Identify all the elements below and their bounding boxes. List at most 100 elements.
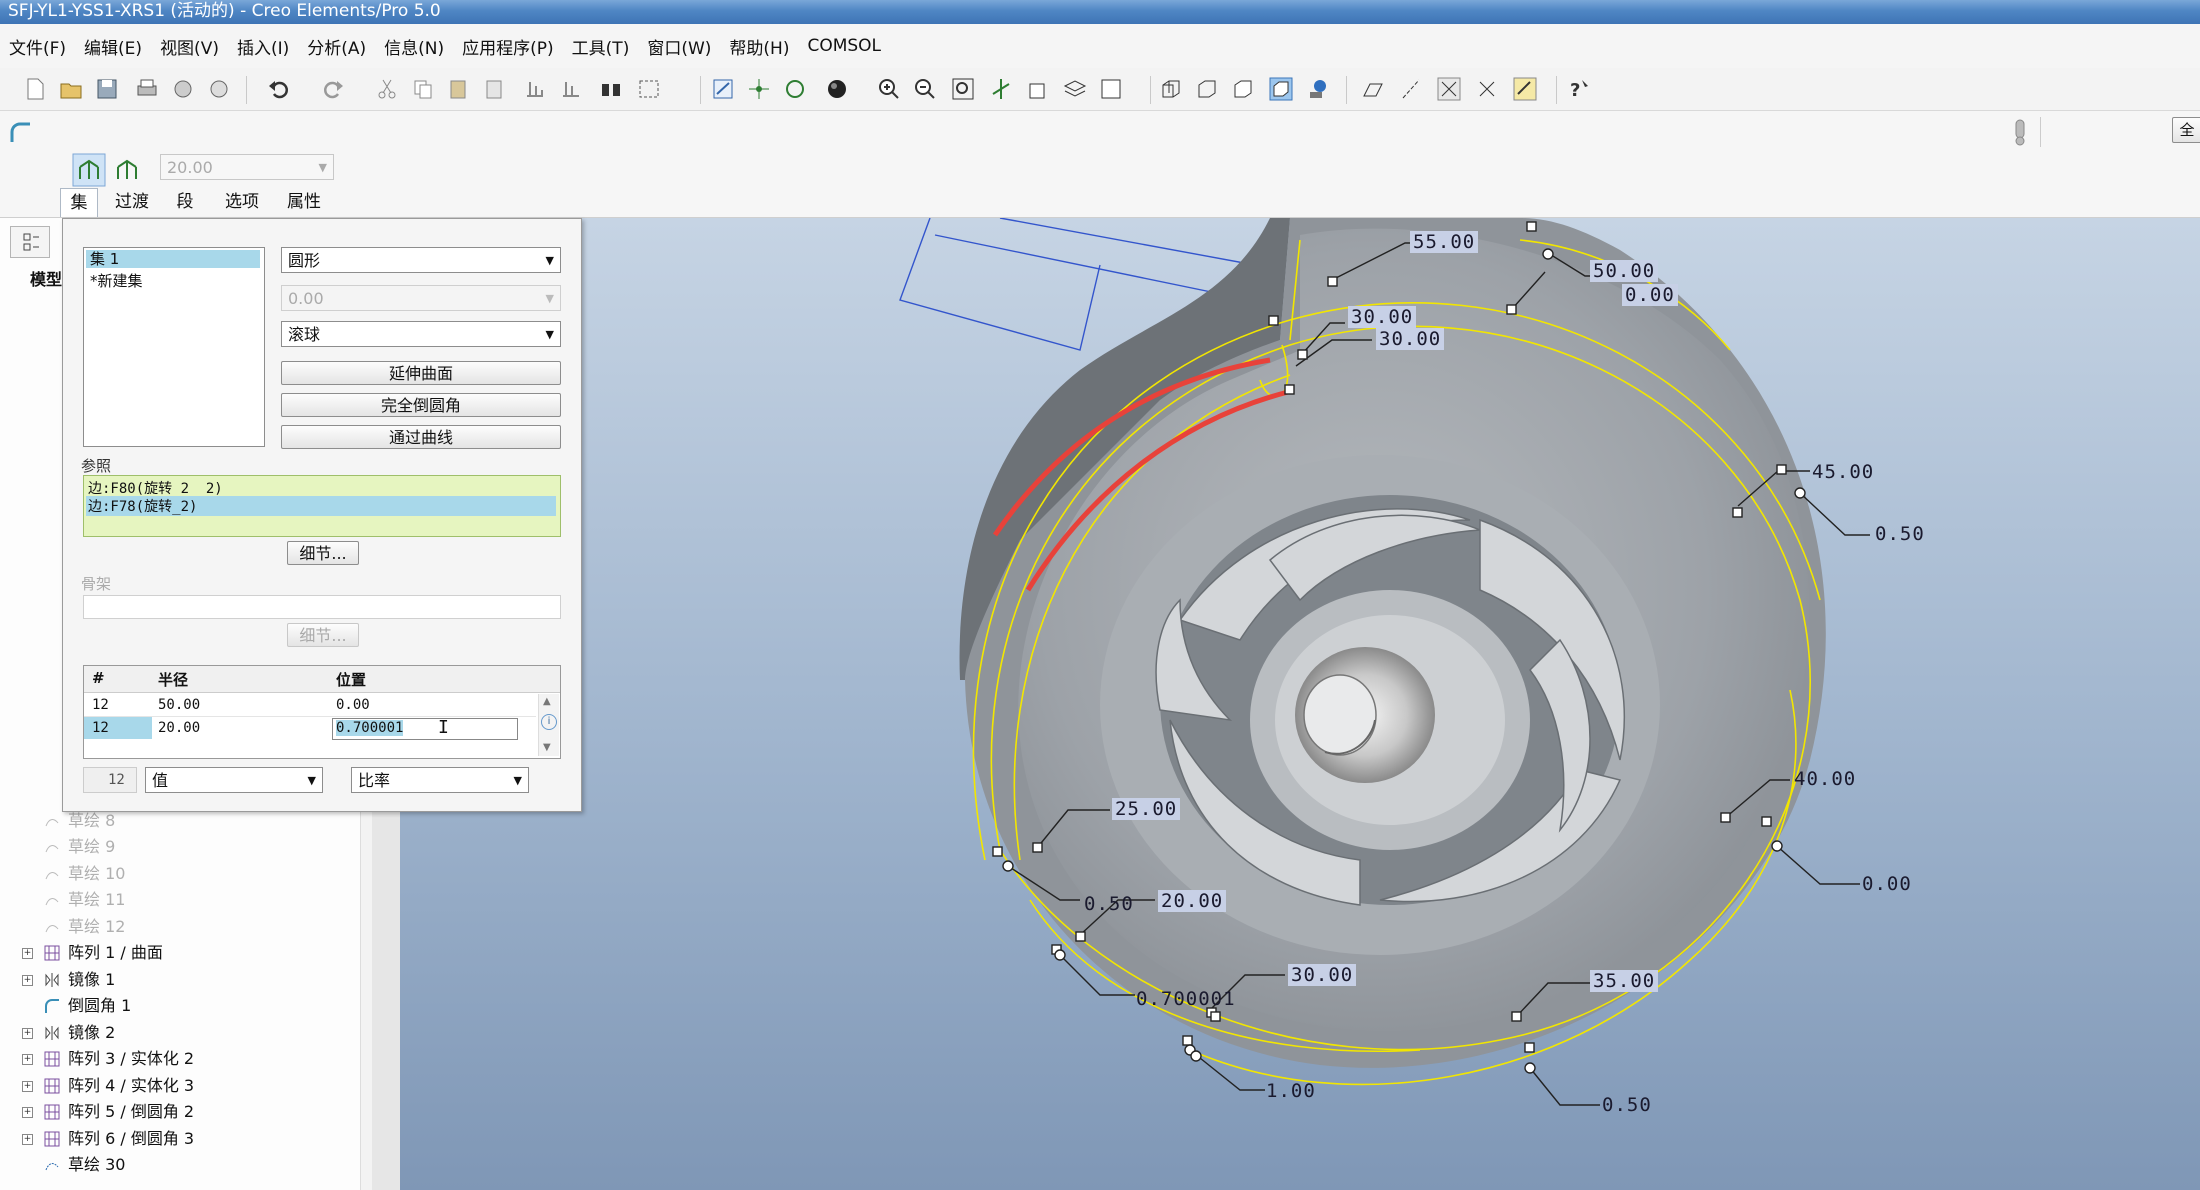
dimension-label[interactable]: 20.00 bbox=[1158, 890, 1227, 912]
tab-properties[interactable]: 属性 bbox=[282, 188, 326, 216]
set-item[interactable]: 集 1 bbox=[86, 250, 260, 268]
orient-mode-icon[interactable] bbox=[782, 76, 808, 102]
paste-icon[interactable] bbox=[446, 76, 472, 102]
graphics-viewport[interactable]: 55.00 50.00 0.00 30.00 30.00 45.00 0.50 … bbox=[400, 218, 2200, 1190]
pause-icon[interactable] bbox=[2008, 117, 2032, 147]
expand-icon[interactable]: + bbox=[22, 1107, 33, 1118]
zoom-in-icon[interactable] bbox=[876, 76, 902, 102]
expand-icon[interactable]: + bbox=[22, 975, 33, 986]
menu-analysis[interactable]: 分析(A) bbox=[298, 34, 375, 59]
hidden-line-icon[interactable] bbox=[1194, 76, 1220, 102]
print-icon[interactable] bbox=[134, 76, 160, 102]
full-round-button[interactable]: 完全倒圆角 bbox=[281, 393, 561, 417]
menu-tools[interactable]: 工具(T) bbox=[563, 34, 639, 59]
shaded-icon[interactable] bbox=[1268, 76, 1294, 102]
new-set-item[interactable]: *新建集 bbox=[90, 270, 143, 291]
menu-comsol[interactable]: COMSOL bbox=[798, 36, 890, 56]
dimension-label[interactable]: 50.00 bbox=[1590, 260, 1659, 282]
fullscreen-button[interactable]: 全 bbox=[2172, 117, 2200, 143]
redo-icon[interactable] bbox=[320, 76, 346, 102]
datum-planes-icon[interactable] bbox=[1360, 76, 1386, 102]
menu-edit[interactable]: 编辑(E) bbox=[75, 34, 151, 59]
value-mode-dropdown[interactable]: 值 ▼ bbox=[145, 767, 323, 793]
set-mode-icon[interactable] bbox=[72, 153, 106, 187]
sets-list[interactable]: 集 1 *新建集 bbox=[83, 247, 265, 447]
send-link-icon[interactable] bbox=[206, 76, 232, 102]
regen-manager-icon[interactable] bbox=[558, 76, 584, 102]
new-file-icon[interactable] bbox=[22, 76, 48, 102]
annotation-display-icon[interactable] bbox=[1512, 76, 1538, 102]
menu-file[interactable]: 文件(F) bbox=[0, 34, 75, 59]
wireframe-icon[interactable] bbox=[1158, 76, 1184, 102]
dimension-label[interactable]: 0.50 bbox=[1084, 893, 1134, 915]
send-mail-icon[interactable] bbox=[170, 76, 196, 102]
undo-icon[interactable] bbox=[266, 76, 292, 102]
dimension-label[interactable]: 0.00 bbox=[1862, 873, 1912, 895]
datum-csys-icon[interactable] bbox=[1474, 76, 1500, 102]
expand-icon[interactable]: + bbox=[22, 1054, 33, 1065]
paste-special-icon[interactable] bbox=[482, 76, 508, 102]
dimension-label[interactable]: 30.00 bbox=[1288, 964, 1357, 986]
no-hidden-icon[interactable] bbox=[1230, 76, 1256, 102]
extend-surfaces-button[interactable]: 延伸曲面 bbox=[281, 361, 561, 385]
cut-icon[interactable] bbox=[374, 76, 400, 102]
table-cell[interactable]: 0.700001 bbox=[336, 720, 404, 736]
radius-table[interactable]: # 半径 位置 12 50.00 0.00 12 20.00 0.700001 … bbox=[83, 665, 561, 759]
model-tree-tab[interactable] bbox=[10, 226, 50, 258]
scroll-down-icon[interactable]: ▼ bbox=[543, 742, 551, 753]
table-row[interactable]: 12 20.00 0.700001 I bbox=[84, 717, 536, 740]
menu-info[interactable]: 信息(N) bbox=[375, 34, 453, 59]
menu-help[interactable]: 帮助(H) bbox=[720, 34, 798, 59]
open-folder-icon[interactable] bbox=[58, 76, 84, 102]
dimension-label[interactable]: 45.00 bbox=[1812, 461, 1874, 483]
zoom-out-icon[interactable] bbox=[912, 76, 938, 102]
expand-icon[interactable]: + bbox=[22, 1081, 33, 1092]
view-manager-icon[interactable] bbox=[1098, 76, 1124, 102]
menu-applications[interactable]: 应用程序(P) bbox=[453, 34, 563, 59]
reference-item[interactable]: 边:F80(旋转_2__2) bbox=[88, 478, 223, 498]
datum-points-icon[interactable] bbox=[1436, 76, 1462, 102]
copy-icon[interactable] bbox=[410, 76, 436, 102]
method-dropdown[interactable]: 滚球 ▼ bbox=[281, 321, 561, 347]
scroll-up-icon[interactable]: ▲ bbox=[543, 696, 551, 707]
dimension-label[interactable]: 40.00 bbox=[1794, 768, 1856, 790]
distance-field[interactable]: 0.00 ▼ bbox=[281, 285, 561, 311]
expand-icon[interactable]: + bbox=[22, 948, 33, 959]
dimension-label[interactable]: 0.700001 bbox=[1136, 988, 1236, 1010]
transition-mode-icon[interactable] bbox=[112, 155, 142, 185]
skeleton-details-button[interactable]: 细节... bbox=[287, 623, 359, 647]
info-icon[interactable]: i bbox=[541, 714, 557, 730]
save-icon[interactable] bbox=[94, 76, 120, 102]
tab-options[interactable]: 选项 bbox=[220, 188, 264, 216]
references-collector[interactable]: 边:F80(旋转_2__2) 边:F78(旋转_2) bbox=[83, 475, 561, 537]
expand-icon[interactable]: + bbox=[22, 1028, 33, 1039]
reference-item[interactable]: 边:F78(旋转_2) bbox=[86, 496, 556, 516]
dimension-label[interactable]: 30.00 bbox=[1348, 306, 1417, 328]
dimension-label[interactable]: 0.00 bbox=[1622, 284, 1678, 306]
through-curve-button[interactable]: 通过曲线 bbox=[281, 425, 561, 449]
dimension-label[interactable]: 30.00 bbox=[1376, 328, 1445, 350]
table-row[interactable]: 12 50.00 0.00 bbox=[84, 694, 536, 717]
dimension-label[interactable]: 25.00 bbox=[1112, 798, 1181, 820]
tab-transitions[interactable]: 过渡 bbox=[108, 188, 156, 216]
spin-center-icon[interactable] bbox=[746, 76, 772, 102]
dimension-label[interactable]: 0.50 bbox=[1875, 523, 1925, 545]
dimension-label[interactable]: 1.00 bbox=[1266, 1080, 1316, 1102]
ratio-mode-dropdown[interactable]: 比率 ▼ bbox=[351, 767, 529, 793]
refit-icon[interactable] bbox=[950, 76, 976, 102]
menu-insert[interactable]: 插入(I) bbox=[228, 34, 298, 59]
expand-icon[interactable]: + bbox=[22, 1134, 33, 1145]
table-scrollbar[interactable]: ▲ i ▼ bbox=[538, 694, 559, 756]
reorient-icon[interactable] bbox=[988, 76, 1014, 102]
menu-window[interactable]: 窗口(W) bbox=[638, 34, 720, 59]
menu-view[interactable]: 视图(V) bbox=[151, 34, 228, 59]
selection-box-icon[interactable] bbox=[636, 76, 662, 102]
cross-section-dropdown[interactable]: 圆形 ▼ bbox=[281, 247, 561, 273]
layers-icon[interactable] bbox=[1062, 76, 1088, 102]
find-icon[interactable] bbox=[598, 76, 624, 102]
dimension-label[interactable]: 0.50 bbox=[1602, 1094, 1652, 1116]
repaint-icon[interactable] bbox=[710, 76, 736, 102]
saved-views-icon[interactable] bbox=[1026, 76, 1052, 102]
model-view[interactable] bbox=[400, 218, 2200, 1190]
context-help-icon[interactable]: ? bbox=[1566, 76, 1592, 102]
